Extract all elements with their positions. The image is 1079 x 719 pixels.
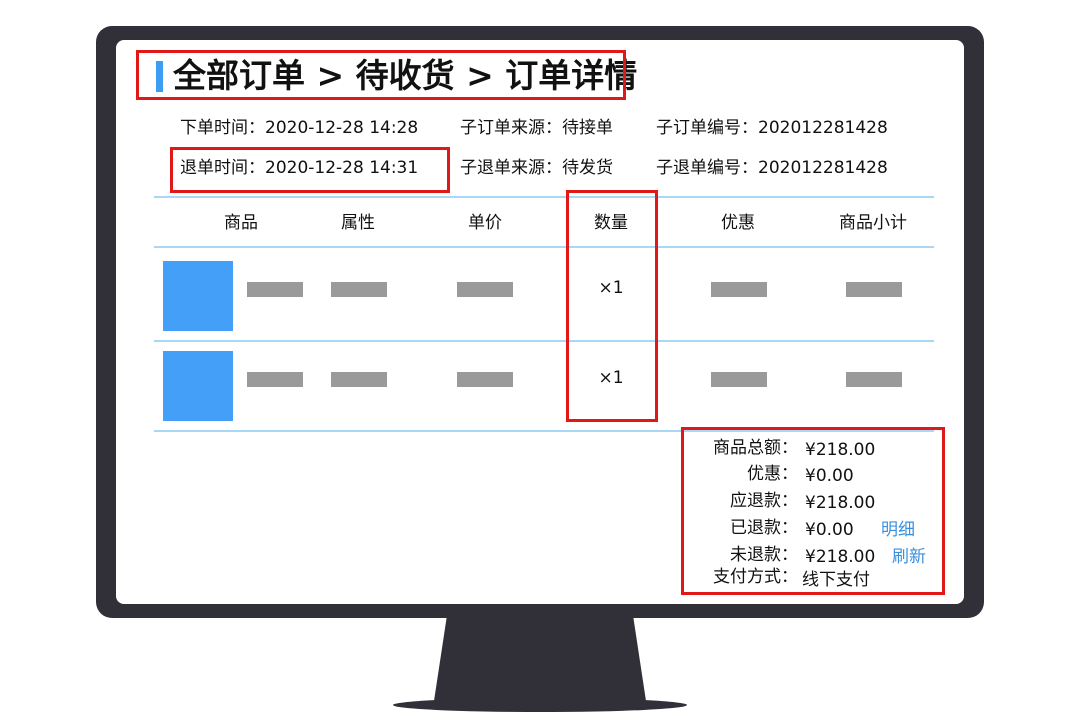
highlight-box-breadcrumb — [136, 50, 626, 100]
sub-refund-source-label: 子退单来源： — [460, 158, 562, 178]
monitor-base — [393, 698, 687, 712]
sub-refund-number-value: 202012281428 — [758, 158, 888, 178]
sub-order-number-value: 202012281428 — [758, 118, 888, 138]
column-header-discount: 优惠 — [721, 213, 755, 233]
product-name-placeholder — [247, 282, 303, 297]
column-header-subtotal: 商品小计 — [839, 213, 907, 233]
order-time-label: 下单时间： — [180, 118, 265, 138]
unit-price-placeholder — [457, 282, 513, 297]
sub-refund-source-value: 待发货 — [562, 158, 613, 178]
column-header-attribute: 属性 — [341, 213, 375, 233]
discount-placeholder — [711, 282, 767, 297]
highlight-box-quantity — [566, 190, 658, 422]
order-time-value: 2020-12-28 14:28 — [265, 118, 419, 138]
highlight-box-summary — [681, 427, 945, 595]
product-thumbnail[interactable] — [163, 261, 233, 331]
table-top-divider — [154, 196, 934, 198]
column-header-product: 商品 — [224, 213, 258, 233]
sub-refund-number-label: 子退单编号： — [656, 158, 758, 178]
table-header-divider — [154, 246, 934, 248]
sub-refund-number: 子退单编号：202012281428 — [656, 157, 888, 179]
unit-price-placeholder — [457, 372, 513, 387]
highlight-box-refund-time — [170, 147, 450, 193]
sub-order-source: 子订单来源：待接单 — [460, 117, 613, 139]
product-name-placeholder — [247, 372, 303, 387]
sub-order-number-label: 子订单编号： — [656, 118, 758, 138]
sub-order-number: 子订单编号：202012281428 — [656, 117, 888, 139]
product-thumbnail[interactable] — [163, 351, 233, 421]
discount-placeholder — [711, 372, 767, 387]
subtotal-placeholder — [846, 372, 902, 387]
sub-refund-source: 子退单来源：待发货 — [460, 157, 613, 179]
column-header-unit-price: 单价 — [468, 213, 502, 233]
subtotal-placeholder — [846, 282, 902, 297]
order-time: 下单时间：2020-12-28 14:28 — [180, 117, 418, 139]
attribute-placeholder — [331, 282, 387, 297]
sub-order-source-label: 子订单来源： — [460, 118, 562, 138]
table-row-divider — [154, 340, 934, 342]
attribute-placeholder — [331, 372, 387, 387]
monitor-stand — [434, 617, 646, 701]
sub-order-source-value: 待接单 — [562, 118, 613, 138]
